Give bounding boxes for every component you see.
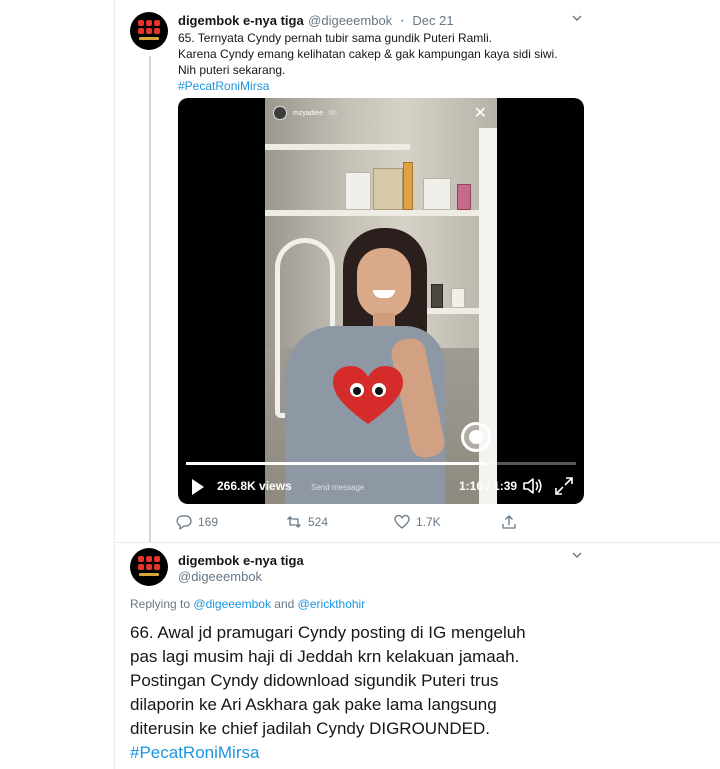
user-handle[interactable]: @digeeembok — [178, 569, 262, 584]
replying-user-link[interactable]: @erickthohir — [298, 597, 366, 611]
video-progress-fill — [186, 462, 485, 465]
user-handle[interactable]: @digeeembok — [308, 13, 392, 28]
tweet-text: 66. Awal jd pramugari Cyndy posting di I… — [130, 621, 690, 765]
chevron-down-icon[interactable] — [571, 549, 583, 564]
retweet-icon — [287, 516, 301, 528]
video-frame[interactable]: mzyadiee 6h ✕ Send message — [265, 98, 497, 504]
video-player[interactable]: mzyadiee 6h ✕ Send message 266.8K views … — [178, 98, 584, 504]
thread-connector-line — [149, 56, 151, 542]
story-time: 6h — [328, 109, 337, 117]
replying-to: Replying to @digeeembok and @erickthohir — [130, 597, 365, 611]
close-icon: ✕ — [473, 105, 487, 122]
replying-and: and — [274, 597, 295, 611]
like-button[interactable]: 1.7K — [394, 514, 441, 530]
hashtag-link[interactable]: #PecatRoniMirsa — [178, 78, 578, 94]
tweet-text: 65. Ternyata Cyndy pernah tubir sama gun… — [178, 30, 578, 94]
heart-icon — [394, 514, 410, 529]
heart-logo-icon — [333, 366, 403, 424]
like-count: 1.7K — [416, 515, 441, 529]
video-duration: 1:16 / 1:39 — [459, 479, 518, 493]
tweet-text-line: pas lagi musim haji di Jeddah krn kelaku… — [130, 647, 520, 666]
display-name[interactable]: digembok e-nya tiga — [178, 553, 304, 568]
avatar-logo-tag — [139, 37, 159, 40]
reply-count: 169 — [198, 515, 219, 529]
separator-dot: · — [399, 12, 405, 29]
share-icon — [502, 515, 516, 529]
tweet-date[interactable]: Dec 21 — [412, 13, 453, 28]
avatar[interactable] — [130, 548, 168, 586]
replying-user-link[interactable]: @digeeembok — [193, 597, 271, 611]
person-face — [357, 248, 411, 318]
fullscreen-icon[interactable] — [554, 476, 574, 496]
record-icon — [461, 422, 491, 452]
tweet-text-line: Karena Cyndy emang kelihatan cakep & gak… — [178, 47, 558, 61]
story-username: mzyadiee — [293, 109, 323, 117]
display-name[interactable]: digembok e-nya tiga — [178, 13, 304, 28]
avatar-logo-mark — [138, 20, 160, 34]
retweet-button[interactable]: 524 — [286, 514, 328, 530]
hashtag-link[interactable]: #PecatRoniMirsa — [130, 741, 690, 765]
tweet-text-line: dilaporin ke Ari Askhara gak pake lama l… — [130, 695, 497, 714]
play-icon[interactable] — [192, 479, 204, 495]
view-count: 266.8K views — [217, 479, 292, 493]
tweet-divider — [114, 542, 720, 543]
tweet-header: digembok e-nya tiga @digeeembok · Dec 21 — [178, 12, 454, 30]
tweet-text-line: Nih puteri sekarang. — [178, 63, 286, 77]
avatar-logo-mark — [138, 556, 160, 570]
tweet-text-line: Postingan Cyndy didownload sigundik Pute… — [130, 671, 499, 690]
replying-prefix: Replying to — [130, 597, 191, 611]
avatar[interactable] — [130, 12, 168, 50]
story-avatar — [273, 106, 287, 120]
video-controls: 266.8K views 1:16 / 1:39 — [178, 474, 584, 500]
retweet-count: 524 — [308, 515, 329, 529]
tweet-text-line: 65. Ternyata Cyndy pernah tubir sama gun… — [178, 31, 492, 45]
share-button[interactable] — [501, 514, 517, 530]
tweet-actions: 169 524 1.7K — [176, 514, 556, 534]
story-header: mzyadiee 6h — [273, 106, 337, 120]
avatar-logo-tag — [139, 573, 159, 576]
tweet-text-line: diterusin ke chief jadilah Cyndy DIGROUN… — [130, 719, 490, 738]
tweet-text-line: 66. Awal jd pramugari Cyndy posting di I… — [130, 623, 526, 642]
video-progress-bar[interactable] — [186, 462, 576, 465]
volume-icon[interactable] — [522, 476, 544, 496]
reply-button[interactable]: 169 — [176, 514, 218, 530]
chevron-down-icon[interactable] — [571, 12, 583, 27]
reply-icon — [176, 515, 192, 530]
